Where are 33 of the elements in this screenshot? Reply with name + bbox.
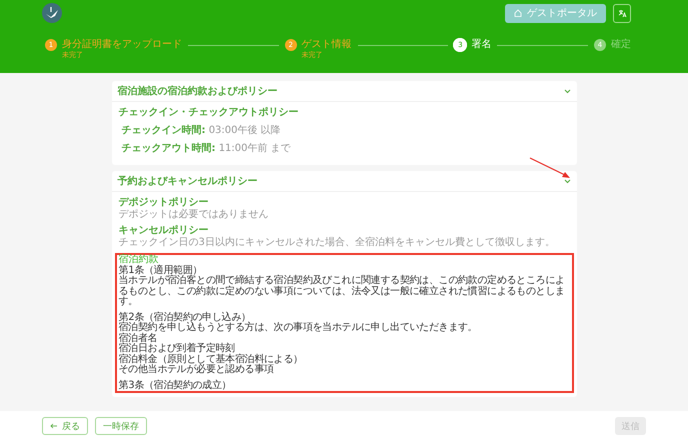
step-label: ゲスト情報: [302, 39, 352, 51]
terms-text: その他当ホテルが必要と認める事項: [118, 365, 275, 376]
time-text: チェックアウト時間: 11:00午前 まで: [122, 143, 292, 155]
back-button[interactable]: 戻る: [42, 417, 88, 435]
save-draft-button[interactable]: 一時保存: [95, 417, 147, 435]
terms-text: 宿泊契約を申し込もうとする方は、次の事項を当ホテルに申し出ていただきます。: [118, 323, 478, 333]
policy-title: デポジットポリシー: [118, 197, 210, 208]
terms-text: 宿泊者名: [118, 334, 158, 344]
card-title: 宿泊施設の宿泊約款およびポリシー: [118, 84, 278, 98]
arrow-left-icon: [50, 423, 58, 429]
card-title: 予約およびキャンセルポリシー: [118, 174, 258, 188]
terms-text: 当ホテルが宿泊客との間で締結する宿泊契約及びこれに関連する契約は、この約款の定めるところによるものとし、この約款に定めのない事項については、法令又は一般に確立された慣習によるものとします。: [118, 276, 566, 308]
terms-text: 第2条（宿泊契約の申し込み）: [118, 312, 251, 322]
step-label: 確定: [611, 39, 632, 51]
policy-text: チェックイン日の3日以内にキャンセルされた場合、全宿泊料をキャンセル費として徴収します。: [118, 237, 556, 249]
translate-icon: [618, 8, 626, 18]
terms-title: 宿泊約款: [118, 255, 158, 265]
section-heading: チェックイン・チェックアウトポリシー: [118, 107, 300, 119]
terms-text: 第3条（宿泊契約の成立）: [118, 380, 232, 391]
translate-button[interactable]: [613, 4, 631, 22]
policy-title: キャンセルポリシー: [118, 225, 210, 237]
terms-text: 宿泊日および到着予定時刻: [118, 344, 235, 354]
terms-text: 宿泊料金（原則として基本宿泊料による）: [118, 354, 304, 364]
step-label: 身分証明書をアップロード: [62, 39, 182, 51]
logo-icon: [42, 3, 62, 23]
policy-text: デポジットは必要ではありません: [118, 209, 270, 221]
step-label: 署名: [471, 39, 492, 51]
chevron-icon[interactable]: [564, 178, 570, 184]
guest-portal-button[interactable]: ゲストポータル: [505, 4, 606, 22]
chevron-icon[interactable]: [564, 88, 570, 94]
home-icon: [514, 9, 522, 17]
terms-text: 第1条（適用範囲）: [118, 266, 204, 276]
time-text: チェックイン時間: 03:00午後 以降: [122, 125, 282, 137]
